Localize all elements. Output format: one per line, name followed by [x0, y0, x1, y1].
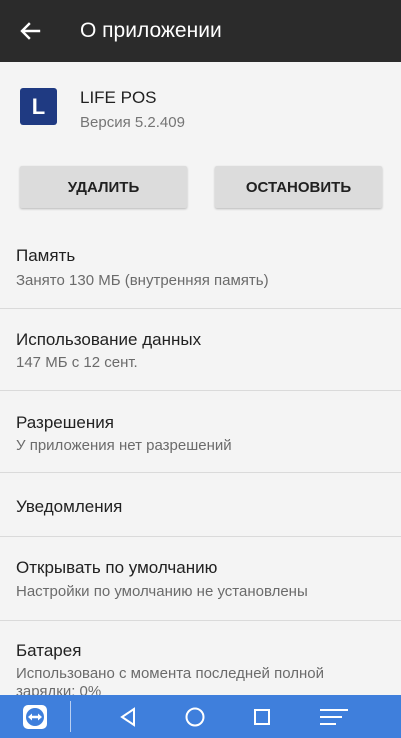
navigation-bar [0, 695, 401, 738]
app-name: LIFE POS [80, 88, 157, 107]
app-header: L LIFE POS Версия 5.2.409 [0, 62, 401, 162]
open-by-default-subtitle: Настройки по умолчанию не установлены [16, 583, 308, 600]
permissions-subtitle: У приложения нет разрешений [16, 437, 232, 454]
storage-item[interactable]: Память Занято 130 МБ (внутренняя память) [0, 232, 401, 310]
battery-subtitle: Использовано с момента последней полной [16, 665, 324, 682]
notifications-item[interactable]: Уведомления [0, 473, 401, 536]
data-usage-subtitle: 147 МБ с 12 сент. [16, 354, 138, 371]
back-button[interactable] [0, 0, 60, 62]
app-bar: О приложении [0, 0, 401, 62]
storage-title: Память [16, 246, 76, 265]
app-version: Версия 5.2.409 [80, 114, 185, 131]
open-by-default-title: Открывать по умолчанию [16, 558, 218, 577]
teamviewer-icon [23, 704, 47, 729]
battery-item[interactable]: Батарея Использовано с момента последней… [0, 621, 401, 695]
app-icon: L [20, 88, 57, 125]
open-by-default-item[interactable]: Открывать по умолчанию Настройки по умол… [0, 537, 401, 620]
recents-square-icon [254, 708, 270, 725]
arrow-left-icon [20, 22, 41, 40]
battery-title: Батарея [16, 641, 82, 660]
recents-nav-button[interactable] [242, 695, 282, 738]
nav-separator [70, 701, 71, 732]
notifications-title: Уведомления [16, 497, 123, 516]
menu-lines-icon [320, 708, 348, 725]
page-title: О приложении [80, 19, 222, 42]
data-usage-item[interactable]: Использование данных 147 МБ с 12 сент. [0, 309, 401, 390]
storage-subtitle: Занято 130 МБ (внутренняя память) [16, 272, 269, 289]
back-nav-button[interactable] [108, 695, 148, 738]
uninstall-button[interactable]: УДАЛИТЬ [20, 166, 187, 208]
back-triangle-icon [120, 706, 135, 727]
app-icon-letter: L [31, 93, 46, 119]
force-stop-button[interactable]: ОСТАНОВИТЬ [215, 166, 382, 208]
menu-nav-button[interactable] [312, 695, 356, 738]
teamviewer-button[interactable] [14, 695, 56, 738]
permissions-item[interactable]: Разрешения У приложения нет разрешений [0, 391, 401, 472]
home-nav-button[interactable] [175, 695, 215, 738]
data-usage-title: Использование данных [16, 330, 202, 349]
permissions-title: Разрешения [16, 413, 114, 432]
home-circle-icon [185, 707, 205, 726]
battery-subtitle-line2: зарядки: 0% [16, 683, 102, 695]
